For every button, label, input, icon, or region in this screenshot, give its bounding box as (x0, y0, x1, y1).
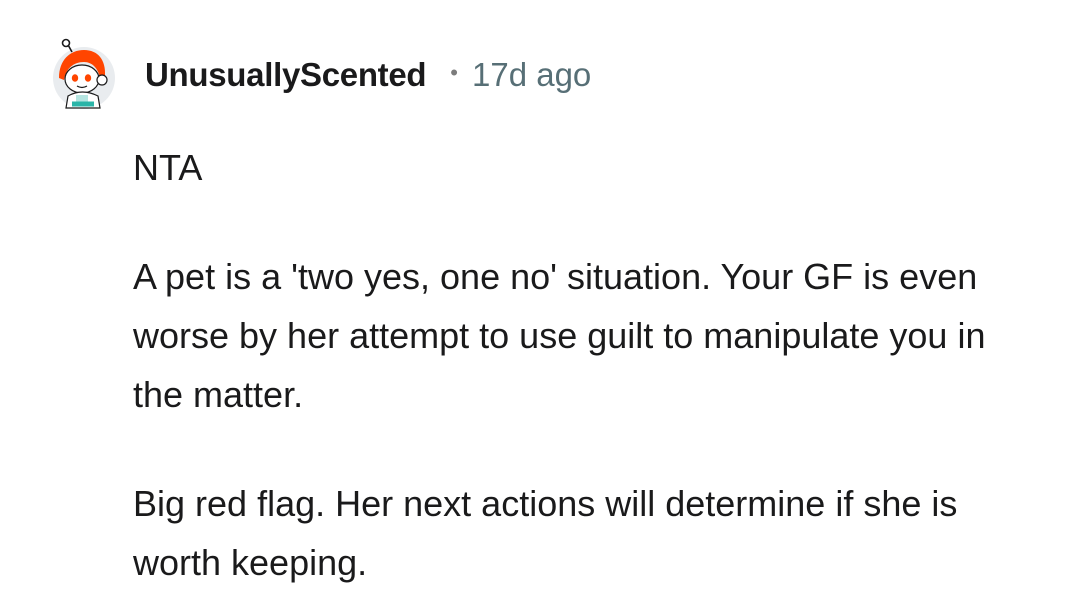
comment-header: UnusuallyScented • 17d ago (145, 52, 591, 98)
comment-paragraph: NTA (133, 147, 203, 188)
author-username[interactable]: UnusuallyScented (145, 56, 427, 94)
meta-separator: • (450, 60, 458, 85)
comment-timestamp: 17d ago (471, 56, 592, 93)
comment: UnusuallyScented • 17d ago NTA A pet is … (0, 0, 1080, 613)
user-avatar[interactable] (50, 38, 118, 110)
comment-paragraph: Big red flag. Her next actions will dete… (133, 483, 958, 583)
snoo-avatar-icon (53, 38, 115, 109)
comment-paragraph: A pet is a 'two yes, one no' situation. … (133, 256, 986, 415)
comment-body: NTA A pet is a 'two yes, one no' situati… (133, 138, 1033, 592)
